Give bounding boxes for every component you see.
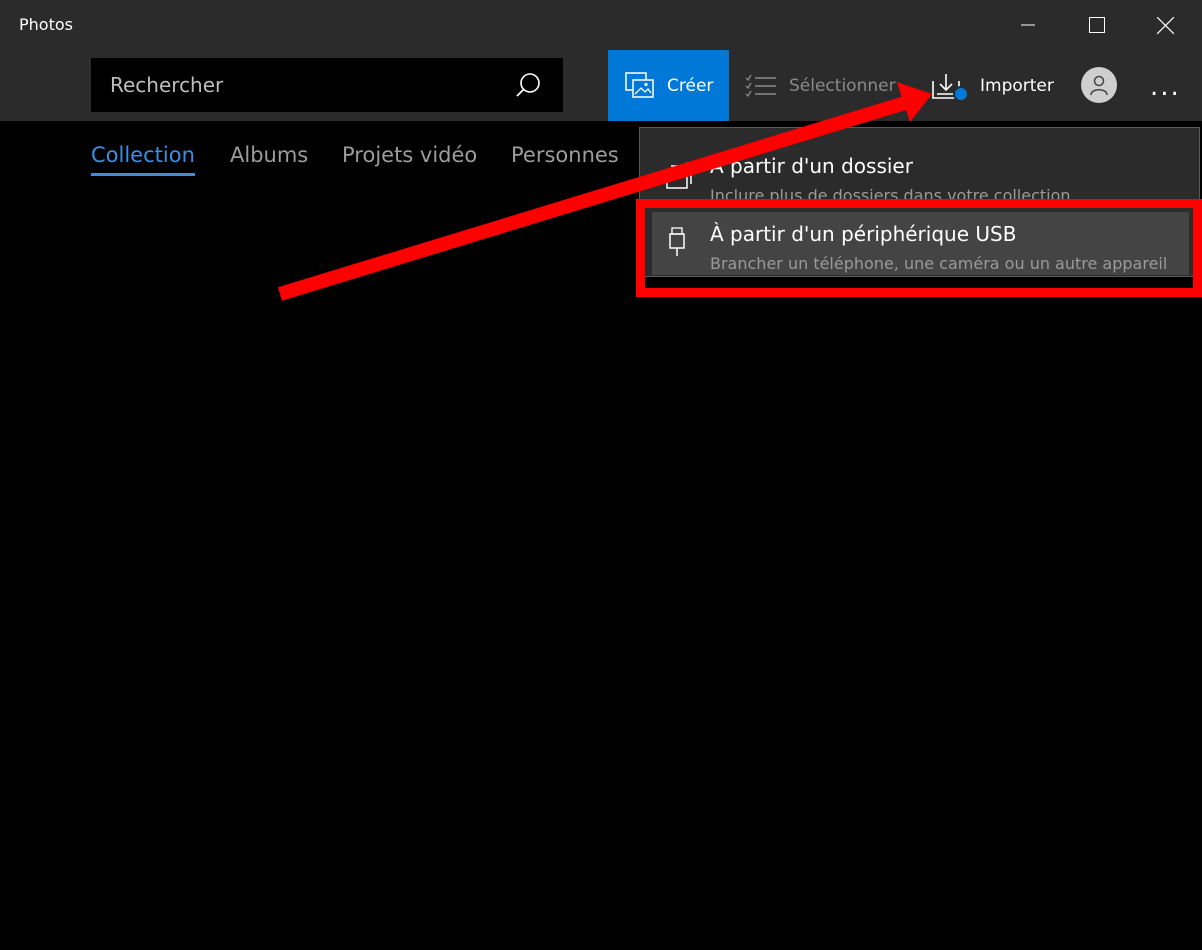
create-button[interactable]: Créer — [608, 50, 729, 121]
menu-item-title: À partir d'un dossier — [710, 154, 913, 178]
select-button[interactable]: Sélectionner — [745, 50, 896, 121]
create-label: Créer — [667, 75, 714, 96]
select-checklist-icon — [745, 74, 776, 97]
maximize-icon — [1088, 17, 1105, 33]
menu-item-subtitle: Brancher un téléphone, une caméra ou un … — [710, 254, 1168, 273]
menu-item-title: À partir d'un périphérique USB — [710, 222, 1017, 246]
menu-item-subtitle: Inclure plus de dossiers dans votre coll… — [710, 186, 1071, 205]
app-title: Photos — [19, 15, 73, 34]
import-label: Importer — [980, 75, 1054, 96]
notification-dot — [953, 85, 969, 102]
tab-video-projects[interactable]: Projets vidéo — [342, 143, 477, 167]
tab-people[interactable]: Personnes — [511, 143, 619, 167]
tab-albums[interactable]: Albums — [230, 143, 308, 167]
menu-item-from-usb[interactable]: À partir d'un périphérique USB Brancher … — [652, 212, 1189, 275]
folder-icon — [666, 162, 695, 189]
select-label: Sélectionner — [789, 75, 896, 96]
account-avatar[interactable] — [1081, 67, 1117, 103]
create-icon — [625, 71, 654, 98]
more-options-button[interactable]: ... — [1150, 72, 1181, 102]
maximize-button[interactable] — [1062, 0, 1131, 50]
toolbar: Créer Sélectionner Importer — [0, 50, 1202, 121]
minimize-button[interactable] — [993, 0, 1062, 50]
search-icon[interactable] — [515, 72, 541, 98]
tab-collection[interactable]: Collection — [91, 143, 195, 176]
title-bar: Photos — [0, 0, 1202, 50]
search-input[interactable] — [91, 58, 491, 112]
import-dropdown-menu: À partir d'un dossier Inclure plus de do… — [639, 127, 1200, 277]
minimize-icon — [1020, 24, 1035, 26]
person-icon — [1090, 75, 1108, 96]
usb-icon — [669, 227, 685, 256]
menu-item-from-folder[interactable]: À partir d'un dossier Inclure plus de do… — [640, 144, 1199, 209]
search-box[interactable] — [91, 58, 563, 112]
close-icon — [1157, 16, 1174, 34]
import-button[interactable]: Importer — [930, 50, 1054, 121]
import-icon-wrap — [930, 71, 969, 102]
close-button[interactable] — [1131, 0, 1200, 50]
